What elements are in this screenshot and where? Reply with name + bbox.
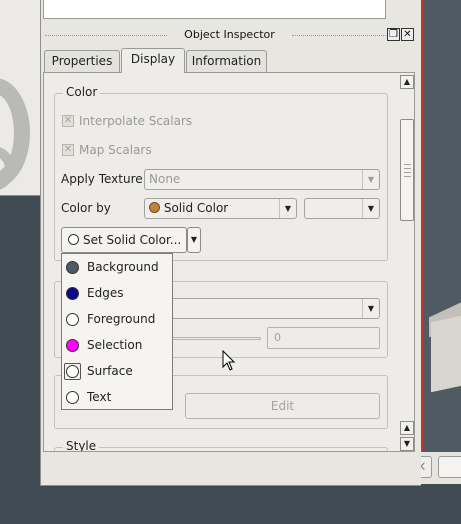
menu-item-label: Text <box>87 390 112 404</box>
scrollbar-handle[interactable] <box>400 119 414 221</box>
background-viewport-left <box>0 0 40 196</box>
solid-color-menu: Background Edges Foreground Selection Su… <box>61 253 173 410</box>
float-icon[interactable]: ❐ <box>387 28 400 41</box>
scroll-up-icon[interactable]: ▲ <box>400 421 414 435</box>
grip-line <box>404 164 411 165</box>
toolbar-button[interactable] <box>438 456 461 478</box>
opacity-field[interactable]: 0 <box>267 327 380 349</box>
menu-item-label: Background <box>87 260 159 274</box>
set-solid-color-dropdown-button[interactable]: ▼ <box>187 227 201 253</box>
color-swatch-icon <box>68 234 79 245</box>
apply-texture-value: None <box>149 172 181 186</box>
grip-line <box>404 168 411 169</box>
panel-scrollbar[interactable]: ▲ ▲ ▼ <box>400 75 414 451</box>
color-by-select[interactable]: Solid Color ▼ <box>144 198 297 219</box>
menu-item-label: Edges <box>87 286 124 300</box>
color-swatch-icon <box>66 365 79 378</box>
chevron-down-icon: ▼ <box>362 299 379 318</box>
map-scalars-checkbox[interactable]: ✕ <box>62 144 74 156</box>
scroll-up-icon[interactable]: ▲ <box>400 75 414 89</box>
menu-item-label: Foreground <box>87 312 156 326</box>
set-solid-color-button[interactable]: Set Solid Color... <box>61 227 187 253</box>
menu-item-selection[interactable]: Selection <box>62 333 172 357</box>
color-by-label: Color by <box>61 201 111 215</box>
chevron-down-icon: ▼ <box>279 199 296 218</box>
chevron-down-icon: ▼ <box>362 170 379 189</box>
inspector-title-bar[interactable]: Object Inspector ❐ ✕ <box>43 27 415 45</box>
opacity-slider[interactable] <box>169 337 261 340</box>
chevron-down-icon: ▼ <box>362 199 379 218</box>
color-swatch-icon <box>66 261 79 274</box>
edit-button[interactable]: Edit <box>185 393 380 419</box>
inspector-title: Object Inspector <box>184 28 275 41</box>
grip-line <box>404 172 411 173</box>
menu-item-label: Selection <box>87 338 143 352</box>
title-divider <box>45 35 167 37</box>
pipeline-browser-pane[interactable] <box>43 0 386 19</box>
color-component-select[interactable]: ▼ <box>304 198 380 219</box>
apply-texture-label: Apply Texture <box>61 172 143 186</box>
menu-item-surface[interactable]: Surface <box>62 359 172 383</box>
style-group: Style <box>54 439 388 451</box>
interpolate-scalars-label: Interpolate Scalars <box>79 114 193 128</box>
close-icon[interactable]: ✕ <box>401 28 414 41</box>
style-group-title: Style <box>63 439 100 451</box>
tab-properties[interactable]: Properties <box>44 50 120 72</box>
color-by-value: Solid Color <box>163 201 229 215</box>
map-scalars-label: Map Scalars <box>79 143 152 157</box>
color-group-title: Color <box>63 85 101 99</box>
menu-item-foreground[interactable]: Foreground <box>62 307 172 331</box>
title-divider <box>292 35 386 37</box>
solid-color-swatch-icon <box>149 202 160 213</box>
interpolate-scalars-checkbox[interactable]: ✕ <box>62 115 74 127</box>
mouse-cursor-icon <box>222 350 236 371</box>
menu-item-text[interactable]: Text <box>62 385 172 409</box>
color-swatch-icon <box>66 287 79 300</box>
cube-shape <box>431 313 461 393</box>
color-swatch-icon <box>66 313 79 326</box>
menu-item-background[interactable]: Background <box>62 255 172 279</box>
tab-information[interactable]: Information <box>186 50 267 72</box>
set-solid-color-label: Set Solid Color... <box>83 233 182 247</box>
scroll-down-icon[interactable]: ▼ <box>400 437 414 451</box>
color-swatch-icon <box>66 339 79 352</box>
menu-item-label: Surface <box>87 364 133 378</box>
tab-display[interactable]: Display <box>121 48 185 73</box>
color-swatch-icon <box>66 391 79 404</box>
apply-texture-select[interactable]: None ▼ <box>144 169 380 190</box>
render-view-right[interactable] <box>421 0 461 452</box>
obscured-select[interactable]: ▼ <box>169 298 380 319</box>
grip-line <box>404 176 411 177</box>
menu-item-edges[interactable]: Edges <box>62 281 172 305</box>
